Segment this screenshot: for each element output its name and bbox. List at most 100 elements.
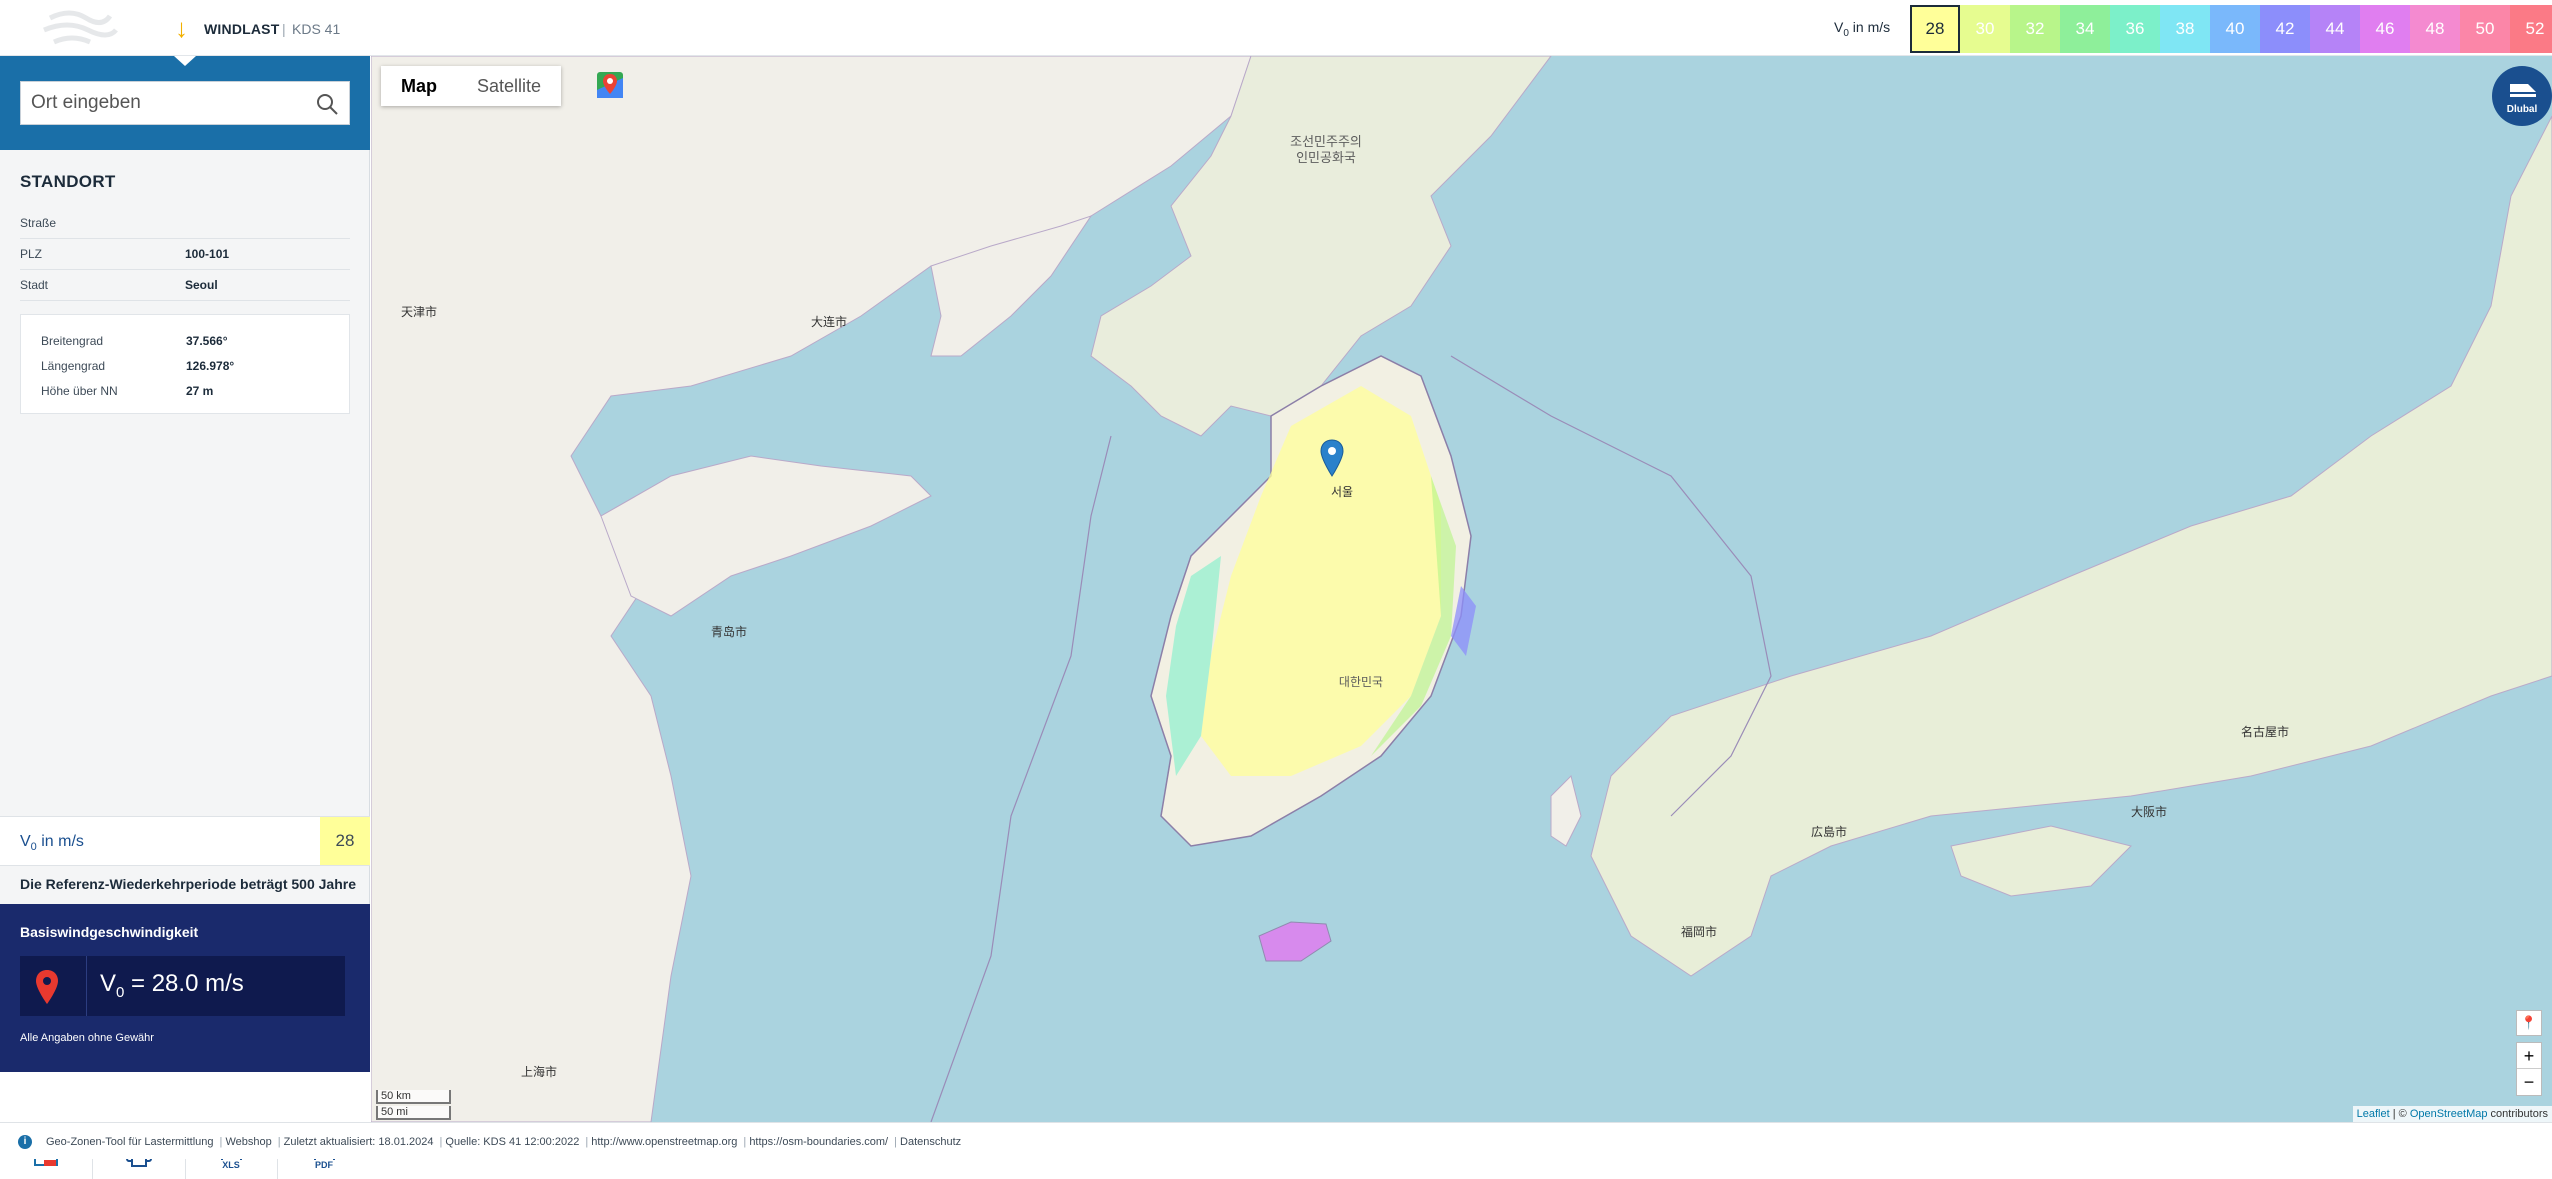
standard-code: KDS 41 xyxy=(292,21,341,37)
footer: i Geo-Zonen-Tool für Lastermittlung | Web… xyxy=(0,1122,2552,1159)
wind-speed-legend: 28 30 32 34 36 38 40 42 44 46 48 50 52 xyxy=(1910,5,2552,53)
footer-item-updated: Zuletzt aktualisiert: 18.01.2024 xyxy=(283,1136,434,1148)
map-canvas[interactable]: 조선민주주의 인민공화국 대한민국 서울 青岛市 大连市 天津市 上海市 福岡市 … xyxy=(371,56,2552,1122)
legend-cell-42[interactable]: 42 xyxy=(2260,5,2310,53)
footer-links: Geo-Zonen-Tool für Lastermittlung | Websh… xyxy=(46,1136,962,1148)
latitude-label: Breitengrad xyxy=(41,334,104,348)
legend-cell-30[interactable]: 30 xyxy=(1960,5,2010,53)
v0-result-row: V0 in m/s 28 xyxy=(0,816,370,866)
map-label-tianjin: 天津市 xyxy=(401,304,437,319)
legend-cell-50[interactable]: 50 xyxy=(2460,5,2510,53)
basic-wind-speed-box: V0 = 28.0 m/s xyxy=(20,956,345,1016)
map-pin-icon: 📍 xyxy=(2520,1015,2538,1030)
basic-wind-speed-formula: V0 = 28.0 m/s xyxy=(100,970,244,1001)
map-type-control: Map Satellite xyxy=(381,66,562,106)
map-type-map-button[interactable]: Map xyxy=(381,66,457,106)
legend-cell-44[interactable]: 44 xyxy=(2310,5,2360,53)
map-label-south-korea: 대한민국 xyxy=(1339,675,1383,689)
reference-period-note: Die Referenz-Wiederkehrperiode beträgt 5… xyxy=(20,876,356,892)
basic-wind-speed-heading: Basiswindgeschwindigkeit xyxy=(20,924,199,940)
footer-item-source: Quelle: KDS 41 12:00:2022 xyxy=(445,1136,580,1148)
search-band xyxy=(0,56,370,150)
zoom-control: + − xyxy=(2516,1042,2542,1096)
city-label: Stadt xyxy=(20,278,49,292)
map-label-qingdao: 青岛市 xyxy=(711,624,747,639)
map-label-shanghai: 上海市 xyxy=(521,1064,557,1079)
map-label-seoul: 서울 xyxy=(1331,485,1353,499)
zip-label: PLZ xyxy=(20,247,43,261)
city-value: Seoul xyxy=(185,278,218,292)
info-row-city: Stadt Seoul xyxy=(20,270,350,301)
dlubal-logo[interactable]: Dlubal xyxy=(2492,66,2552,126)
disclaimer: Alle Angaben ohne Gewähr xyxy=(20,1032,154,1044)
svg-text:PDF: PDF xyxy=(315,1160,334,1170)
svg-text:Dlubal: Dlubal xyxy=(2507,104,2538,115)
jeju-island xyxy=(1258,921,1332,962)
street-label: Straße xyxy=(20,216,57,230)
wind-zone-map[interactable]: 조선민주주의 인민공화국 대한민국 서울 青岛市 大连市 天津市 上海市 福岡市 … xyxy=(371,56,2552,1122)
china-landmass xyxy=(371,56,1252,1122)
zoom-out-button[interactable]: − xyxy=(2517,1069,2541,1095)
tsushima-island xyxy=(1550,775,1582,847)
footer-item-osm-boundaries[interactable]: https://osm-boundaries.com/ xyxy=(749,1136,888,1148)
info-icon[interactable]: i xyxy=(18,1135,32,1149)
altitude-value: 27 m xyxy=(186,384,214,398)
scale-mi: 50 mi xyxy=(376,1106,451,1120)
osm-link[interactable]: OpenStreetMap xyxy=(2410,1108,2488,1120)
legend-cell-52[interactable]: 52 xyxy=(2510,5,2552,53)
location-pin-icon xyxy=(36,970,58,1004)
longitude-label: Längengrad xyxy=(41,359,106,373)
title-separator: | xyxy=(282,21,286,37)
legend-cell-48[interactable]: 48 xyxy=(2410,5,2460,53)
location-title: STANDORT xyxy=(20,172,116,191)
map-type-satellite-button[interactable]: Satellite xyxy=(457,66,561,106)
search-box[interactable] xyxy=(20,81,350,125)
wind-logo-icon xyxy=(43,10,118,45)
svg-text:XLS: XLS xyxy=(223,1160,241,1170)
scale-km: 50 km xyxy=(376,1090,451,1104)
arrow-down-icon: ↓ xyxy=(175,13,188,43)
sidebar: STANDORT Straße PLZ 100-101 Stadt Seoul … xyxy=(0,56,370,1179)
map-label-nagoya: 名古屋市 xyxy=(2241,724,2289,739)
legend-cell-46[interactable]: 46 xyxy=(2360,5,2410,53)
map-label-osaka: 大阪市 xyxy=(2131,804,2167,819)
zip-value: 100-101 xyxy=(185,247,230,261)
shikoku-island xyxy=(1950,825,2132,897)
footer-item-webshop[interactable]: Webshop xyxy=(225,1136,271,1148)
longitude-value: 126.978° xyxy=(186,359,235,373)
locate-button[interactable]: 📍 xyxy=(2516,1010,2542,1036)
basic-wind-speed-panel: Basiswindgeschwindigkeit V0 = 28.0 m/s A… xyxy=(0,904,370,1072)
map-label-dalian: 大连市 xyxy=(811,314,847,329)
search-icon[interactable] xyxy=(315,92,339,116)
google-maps-icon[interactable] xyxy=(595,70,625,100)
map-label-hiroshima: 広島市 xyxy=(1811,824,1847,839)
header-pointer xyxy=(174,56,196,66)
info-row-street: Straße xyxy=(20,208,350,239)
map-label-north-korea: 조선민주주의 인민공화국 xyxy=(1290,134,1362,165)
map-label-fukuoka: 福岡市 xyxy=(1681,924,1717,939)
legend-cell-40[interactable]: 40 xyxy=(2210,5,2260,53)
coordinates-box: Breitengrad 37.566° Längengrad 126.978° … xyxy=(20,314,350,414)
altitude-label: Höhe über NN xyxy=(41,384,118,398)
app-header: ↓ WINDLAST | KDS 41 V0 in m/s 28 30 32 34 36… xyxy=(0,0,2552,66)
legend-cell-28[interactable]: 28 xyxy=(1910,5,1960,53)
leaflet-link[interactable]: Leaflet xyxy=(2357,1108,2390,1120)
legend-label: V0 in m/s xyxy=(1834,19,1891,39)
legend-cell-38[interactable]: 38 xyxy=(2160,5,2210,53)
footer-item-privacy[interactable]: Datenschutz xyxy=(900,1136,961,1148)
legend-cell-32[interactable]: 32 xyxy=(2010,5,2060,53)
maritime-boundary xyxy=(930,435,1112,1122)
legend-cell-34[interactable]: 34 xyxy=(2060,5,2110,53)
search-input[interactable] xyxy=(31,82,301,124)
latitude-value: 37.566° xyxy=(186,334,228,348)
footer-item-osm[interactable]: http://www.openstreetmap.org xyxy=(591,1136,737,1148)
v0-label: V0 in m/s xyxy=(20,833,84,854)
v0-zone-value: 28 xyxy=(320,817,370,865)
map-attribution: Leaflet | © OpenStreetMap contributors xyxy=(2352,1106,2552,1122)
box-divider xyxy=(86,956,87,1016)
shandong-peninsula xyxy=(600,455,932,617)
zoom-in-button[interactable]: + xyxy=(2517,1043,2541,1069)
footer-item-tool: Geo-Zonen-Tool für Lastermittlung xyxy=(46,1136,214,1148)
legend-cell-36[interactable]: 36 xyxy=(2110,5,2160,53)
app-title[interactable]: WINDLAST xyxy=(204,21,279,37)
